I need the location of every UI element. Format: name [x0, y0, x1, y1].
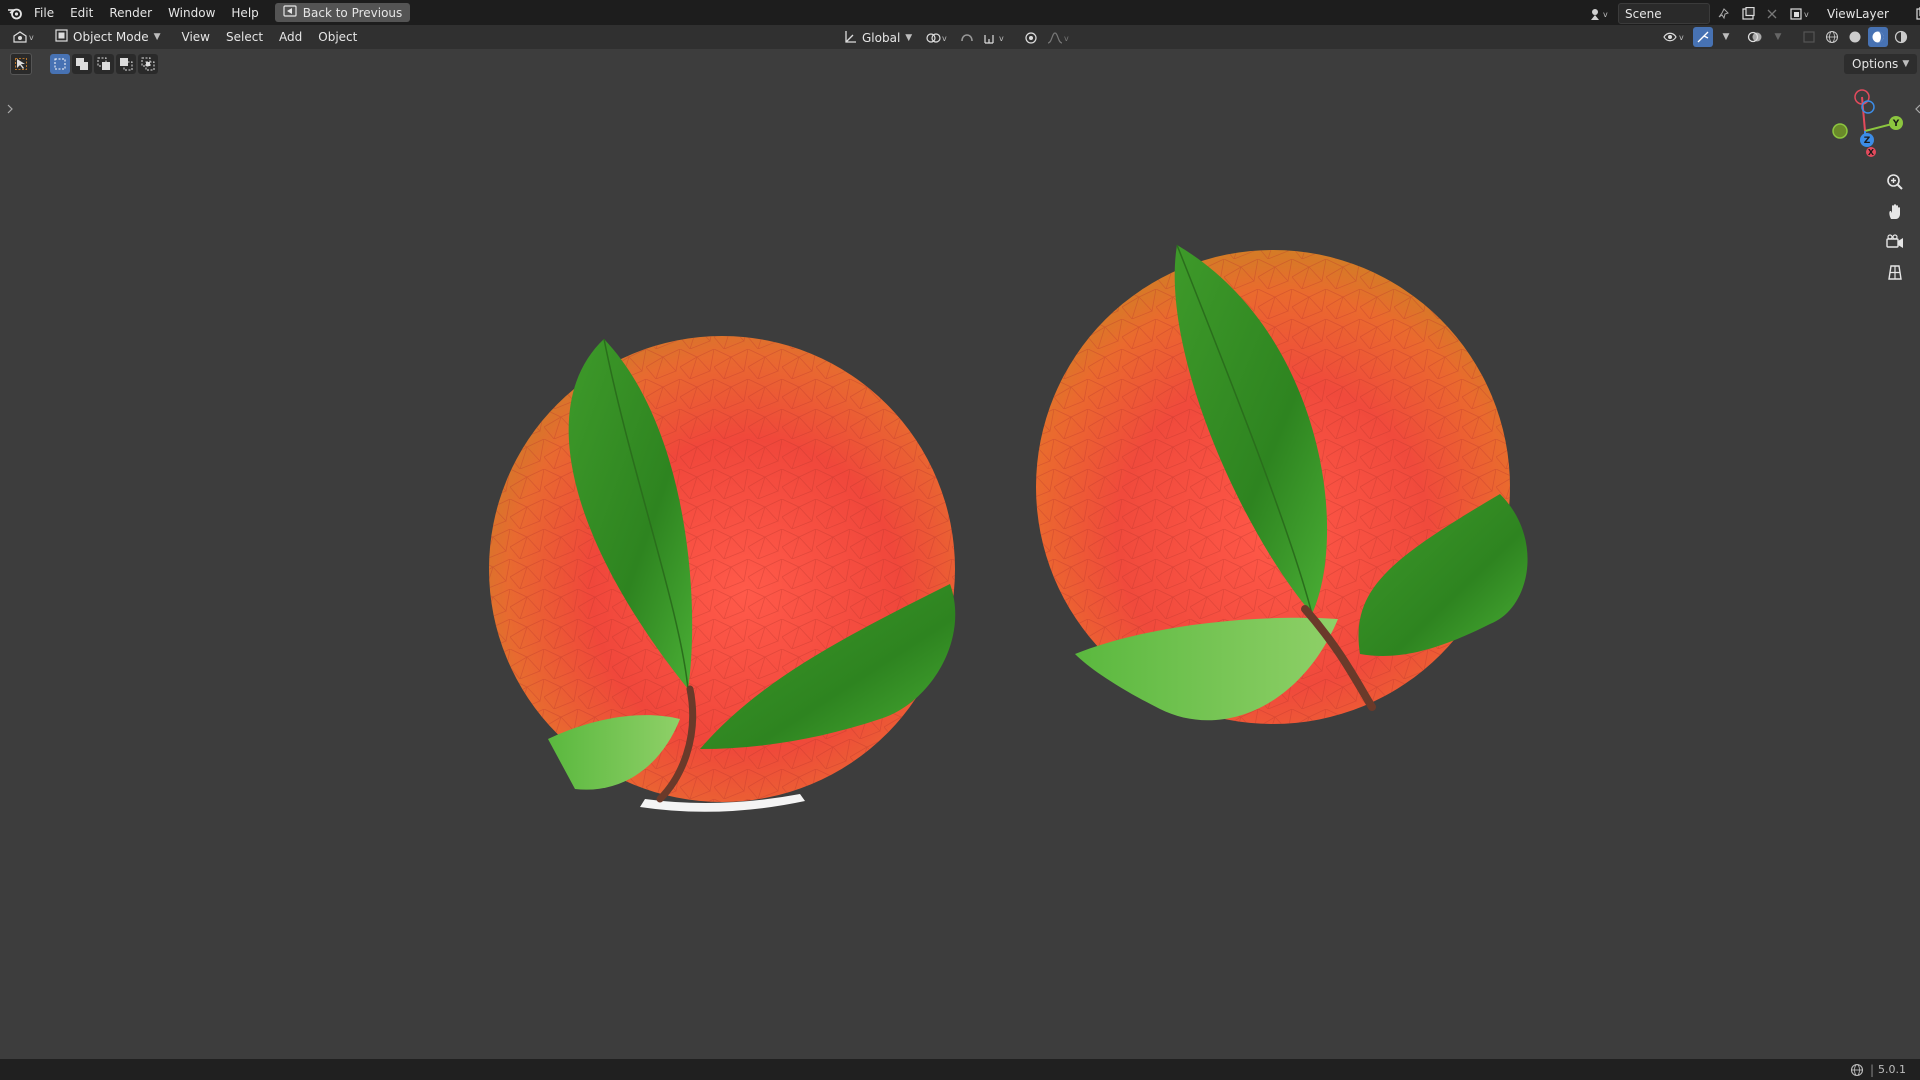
svg-text:v: v: [1804, 10, 1809, 19]
network-icon[interactable]: [1850, 1063, 1864, 1077]
new-scene-icon[interactable]: [1738, 4, 1758, 24]
status-bar: | 5.0.1: [0, 1059, 1920, 1080]
menu-render[interactable]: Render: [101, 2, 160, 24]
snap-target-icon[interactable]: v: [981, 28, 1011, 48]
proportional-icon[interactable]: [1021, 28, 1041, 48]
gizmo-y-label: Y: [1892, 119, 1900, 129]
xray-icon[interactable]: [1799, 27, 1819, 47]
menu-help[interactable]: Help: [223, 2, 266, 24]
pin-icon[interactable]: [1714, 4, 1734, 24]
camera-icon[interactable]: [1882, 230, 1908, 254]
select-new-icon[interactable]: [50, 54, 70, 74]
svg-text:v: v: [1603, 10, 1608, 19]
visibility-icon[interactable]: v: [1660, 27, 1690, 47]
viewport-header: v Object Mode ▼ View Select Add Object G…: [0, 25, 1920, 49]
top-bar: File Edit Render Window Help Back to Pre…: [0, 0, 1920, 25]
menu-edit[interactable]: Edit: [62, 2, 101, 24]
shading-dropdown-icon[interactable]: ▼: [1914, 27, 1920, 47]
left-panel-toggle-icon[interactable]: [0, 99, 20, 119]
menu-view[interactable]: View: [174, 26, 218, 48]
zoom-icon[interactable]: [1882, 170, 1908, 194]
wireframe-shading-icon[interactable]: [1822, 27, 1842, 47]
options-dropdown[interactable]: Options ▼: [1844, 54, 1918, 74]
grid-icon[interactable]: [1882, 260, 1908, 284]
snap-icon[interactable]: [957, 28, 977, 48]
select-subtract-icon[interactable]: [94, 54, 114, 74]
gizmo-icon[interactable]: [1693, 27, 1713, 47]
menu-add[interactable]: Add: [271, 26, 310, 48]
material-shading-icon[interactable]: [1868, 27, 1888, 47]
viewlayer-name: ViewLayer: [1827, 6, 1889, 21]
new-viewlayer-icon[interactable]: [1912, 4, 1920, 24]
navigation-gizmo[interactable]: Y Z X: [1820, 85, 1910, 175]
viewlayer-icon[interactable]: v: [1786, 4, 1816, 24]
select-extend-icon[interactable]: [72, 54, 92, 74]
object-mode-icon: [55, 29, 68, 45]
pivot-icon[interactable]: v: [923, 28, 953, 48]
back-icon: [283, 5, 297, 20]
svg-text:v: v: [1064, 34, 1069, 43]
rendered-shading-icon[interactable]: [1891, 27, 1911, 47]
svg-text:v: v: [999, 34, 1004, 43]
orange-left: [489, 336, 956, 812]
editor-type-icon[interactable]: v: [10, 27, 40, 47]
svg-text:v: v: [942, 34, 947, 43]
status-separator: |: [1869, 1062, 1874, 1077]
svg-text:v: v: [1679, 33, 1684, 42]
blender-logo-icon[interactable]: [4, 3, 26, 23]
object-mode-dropdown[interactable]: Object Mode ▼: [48, 26, 168, 48]
viewport-scene: [489, 244, 1528, 812]
solid-shading-icon[interactable]: [1845, 27, 1865, 47]
select-intersect-icon[interactable]: [138, 54, 158, 74]
scene-name-field[interactable]: Scene: [1618, 3, 1710, 24]
gizmo-x-label: X: [1868, 148, 1875, 157]
orientation-icon: [843, 30, 857, 47]
3d-viewport[interactable]: Y Z X: [0, 49, 1920, 1059]
viewport-nav-tools: [1882, 170, 1908, 284]
proportional-falloff-icon[interactable]: v: [1045, 28, 1075, 48]
svg-text:v: v: [29, 33, 34, 42]
select-tool-icon[interactable]: [10, 53, 32, 75]
overlay-dropdown-icon[interactable]: ▼: [1768, 27, 1788, 47]
chevron-down-icon: ▼: [1902, 59, 1910, 69]
scene-name: Scene: [1625, 6, 1662, 21]
overlay-icon[interactable]: [1745, 27, 1765, 47]
gizmo-dropdown-icon[interactable]: ▼: [1716, 27, 1736, 47]
scene-icon[interactable]: v: [1586, 4, 1614, 24]
options-label: Options: [1852, 57, 1899, 71]
menu-file[interactable]: File: [26, 2, 62, 24]
chevron-down-icon: ▼: [153, 32, 161, 42]
chevron-down-icon: ▼: [905, 33, 913, 43]
gizmo-z-label: Z: [1864, 136, 1871, 146]
version-label: 5.0.1: [1878, 1063, 1906, 1076]
select-invert-icon[interactable]: [116, 54, 136, 74]
orientation-dropdown[interactable]: Global ▼: [836, 27, 919, 49]
viewlayer-name-field[interactable]: ViewLayer: [1820, 3, 1908, 24]
menu-window[interactable]: Window: [160, 2, 223, 24]
orange-right: [1036, 244, 1528, 724]
pan-icon[interactable]: [1882, 200, 1908, 224]
object-mode-label: Object Mode: [73, 30, 149, 44]
menu-select[interactable]: Select: [218, 26, 271, 48]
close-icon[interactable]: [1762, 4, 1782, 24]
orientation-label: Global: [862, 31, 901, 45]
back-to-previous-label: Back to Previous: [302, 5, 403, 20]
back-to-previous-button[interactable]: Back to Previous: [274, 3, 411, 22]
tool-settings-row: [10, 53, 158, 75]
menu-object[interactable]: Object: [310, 26, 365, 48]
